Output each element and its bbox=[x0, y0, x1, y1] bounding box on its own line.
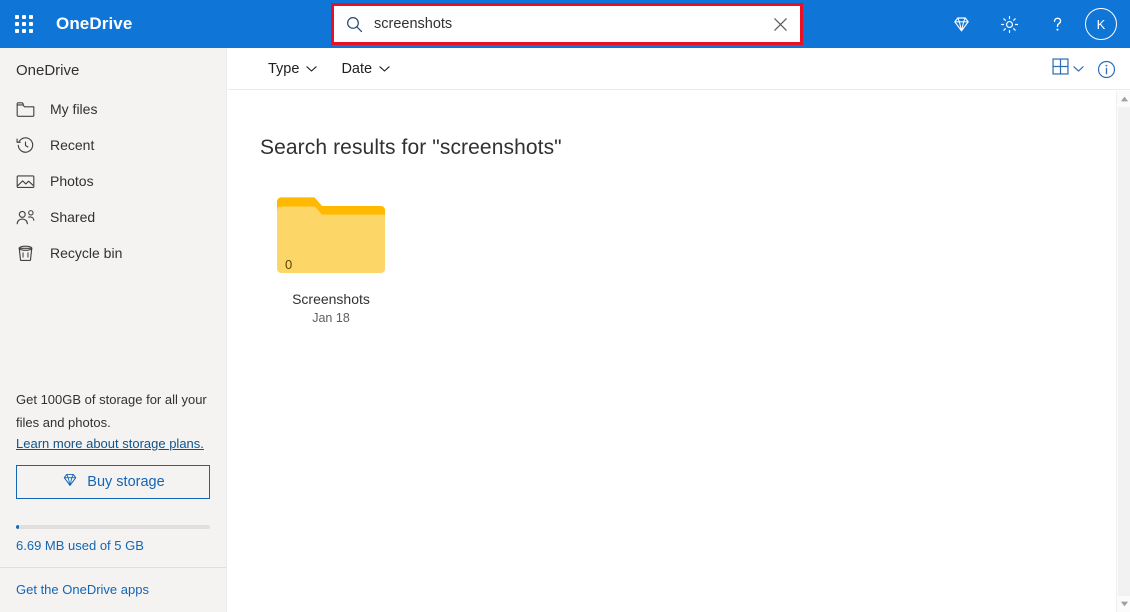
chevron-down-icon bbox=[1073, 60, 1084, 78]
learn-more-storage-link[interactable]: Learn more about storage plans. bbox=[0, 436, 220, 451]
file-tile-date: Jan 18 bbox=[312, 311, 350, 325]
onedrive-app: OneDrive screenshots K OneDrive My files… bbox=[0, 0, 1130, 612]
results-content: Search results for "screenshots" 0 Scree… bbox=[228, 91, 1116, 612]
get-onedrive-apps-link[interactable]: Get the OneDrive apps bbox=[0, 568, 226, 612]
search-icon[interactable] bbox=[334, 6, 374, 42]
clock-icon bbox=[16, 135, 38, 155]
chevron-down-icon bbox=[379, 61, 390, 77]
sidebar-item-label: My files bbox=[50, 101, 98, 117]
storage-promo-line2: files and photos. bbox=[16, 415, 111, 430]
sidebar-item-label: Recycle bin bbox=[50, 245, 123, 261]
sidebar-item-recent[interactable]: Recent bbox=[0, 127, 226, 163]
storage-section: Get 100GB of storage for all your files … bbox=[0, 389, 226, 612]
waffle-icon bbox=[15, 15, 33, 33]
storage-used-label: 6.69 MB used of 5 GB bbox=[16, 538, 144, 553]
brand-onedrive[interactable]: OneDrive bbox=[56, 14, 132, 34]
filter-type-label: Type bbox=[268, 60, 300, 77]
folder-icon: 0 bbox=[275, 196, 387, 278]
photo-icon bbox=[16, 171, 38, 191]
caret-up-icon[interactable] bbox=[1117, 91, 1130, 107]
info-icon[interactable] bbox=[1090, 53, 1122, 85]
sidebar-item-shared[interactable]: Shared bbox=[0, 199, 226, 235]
sidebar-item-photos[interactable]: Photos bbox=[0, 163, 226, 199]
people-icon bbox=[16, 207, 38, 227]
sidebar-title: OneDrive bbox=[16, 62, 80, 79]
suite-header: OneDrive screenshots K bbox=[0, 0, 1130, 48]
search-region bbox=[331, 3, 803, 45]
diamond-icon bbox=[61, 471, 79, 493]
diamond-icon[interactable] bbox=[937, 0, 985, 48]
filter-type-button[interactable]: Type bbox=[258, 53, 327, 85]
suite-actions: K bbox=[937, 0, 1126, 48]
sidebar-item-recycle-bin[interactable]: Recycle bin bbox=[0, 235, 226, 271]
command-bar: Type Date bbox=[228, 48, 1130, 90]
search-clear-button[interactable] bbox=[760, 6, 800, 42]
app-launcher-button[interactable] bbox=[0, 0, 48, 48]
buy-storage-label: Buy storage bbox=[87, 474, 165, 490]
scrollbar-thumb[interactable] bbox=[1118, 107, 1130, 596]
search-input[interactable] bbox=[374, 7, 760, 41]
chevron-down-icon bbox=[306, 61, 318, 77]
sidebar-item-my-files[interactable]: My files bbox=[0, 91, 226, 127]
grid-view-icon bbox=[1052, 58, 1069, 80]
sidebar: OneDrive My files Recent Photos Shared R… bbox=[0, 48, 227, 612]
command-bar-actions bbox=[1046, 48, 1122, 90]
trash-icon bbox=[16, 243, 38, 263]
view-options-button[interactable] bbox=[1046, 53, 1090, 85]
storage-quota-fill bbox=[16, 525, 19, 529]
caret-down-icon[interactable] bbox=[1117, 596, 1130, 612]
vertical-scrollbar[interactable] bbox=[1116, 91, 1130, 612]
help-icon[interactable] bbox=[1033, 0, 1081, 48]
filter-date-button[interactable]: Date bbox=[331, 53, 400, 85]
buy-storage-button[interactable]: Buy storage bbox=[16, 465, 210, 499]
sidebar-item-label: Shared bbox=[50, 209, 96, 225]
sidebar-item-label: Recent bbox=[50, 137, 95, 153]
storage-quota-bar bbox=[16, 525, 210, 529]
folder-icon bbox=[16, 99, 38, 119]
results-tile-grid: 0 Screenshots Jan 18 bbox=[228, 160, 1116, 333]
storage-promo-line1: Get 100GB of storage for all your bbox=[16, 392, 207, 407]
page-title: Search results for "screenshots" bbox=[260, 136, 562, 159]
sidebar-item-label: Photos bbox=[50, 173, 94, 189]
filter-date-label: Date bbox=[341, 60, 373, 77]
folder-item-count: 0 bbox=[285, 257, 293, 272]
avatar[interactable]: K bbox=[1085, 8, 1117, 40]
file-tile-name: Screenshots bbox=[292, 291, 370, 307]
search-box[interactable] bbox=[334, 6, 800, 42]
gear-icon[interactable] bbox=[985, 0, 1033, 48]
file-tile[interactable]: 0 Screenshots Jan 18 bbox=[260, 190, 402, 333]
